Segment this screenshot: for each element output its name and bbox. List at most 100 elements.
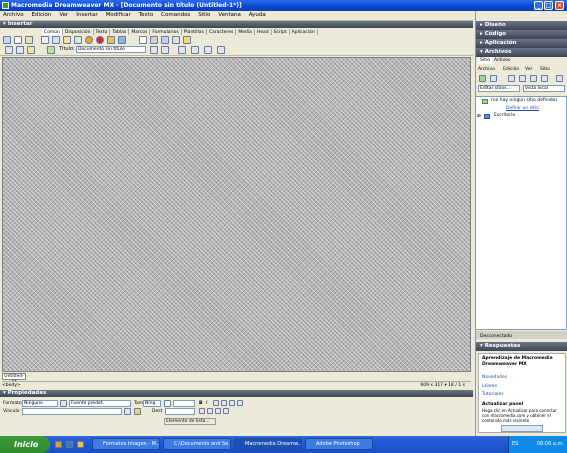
check-in-icon[interactable] <box>541 75 548 82</box>
italic-button[interactable]: I <box>206 400 207 407</box>
quicklaunch-browser-icon[interactable] <box>55 441 62 448</box>
connect-icon[interactable] <box>479 75 486 82</box>
layer-icon[interactable] <box>52 36 60 44</box>
files-menu-sitio[interactable]: Sitio <box>540 66 550 73</box>
refresh-files-icon[interactable] <box>490 75 497 82</box>
image-placeholder-icon[interactable] <box>74 36 82 44</box>
tag-selector-body[interactable]: <body> <box>2 382 21 390</box>
taskbar-btn-formatos[interactable]: Formatos Imagen - M... <box>92 438 160 450</box>
menu-ver[interactable]: Ver <box>56 11 71 20</box>
align-left-icon[interactable] <box>213 400 219 406</box>
files-menu-ver[interactable]: Ver <box>525 66 532 73</box>
link-tutoriales[interactable]: Tutoriales <box>482 392 504 397</box>
clock[interactable]: 08:08 a.m. <box>537 441 564 447</box>
site-select[interactable]: Editar sitios... <box>478 85 520 92</box>
menu-insertar[interactable]: Insertar <box>73 11 100 20</box>
point-to-file-icon[interactable] <box>124 408 131 415</box>
ordered-list-icon[interactable] <box>207 408 213 414</box>
start-button[interactable]: Inicio <box>0 436 50 453</box>
close-button[interactable]: × <box>555 1 564 10</box>
put-files-icon[interactable] <box>519 75 526 82</box>
browse-folder-icon[interactable] <box>134 408 141 415</box>
menu-ventana[interactable]: Ventana <box>215 11 244 20</box>
image-icon[interactable] <box>63 36 71 44</box>
unordered-list-icon[interactable] <box>199 408 205 414</box>
menu-comandos[interactable]: Comandos <box>158 11 193 20</box>
justify-icon[interactable] <box>237 400 243 406</box>
table-icon[interactable] <box>41 36 49 44</box>
files-menu-edicion[interactable]: Edición <box>503 66 519 73</box>
code-navigation-icon[interactable] <box>204 46 212 54</box>
files-menu-archivo[interactable]: Archivo <box>478 66 495 73</box>
minimize-button[interactable]: _ <box>534 1 543 10</box>
indent-icon[interactable] <box>223 408 229 414</box>
align-center-icon[interactable] <box>221 400 227 406</box>
menu-modificar[interactable]: Modificar <box>103 11 134 20</box>
quicklaunch-media-icon[interactable] <box>77 441 84 448</box>
email-link-icon[interactable] <box>14 36 22 44</box>
outdent-icon[interactable] <box>215 408 221 414</box>
menu-texto[interactable]: Texto <box>136 11 157 20</box>
anchor-icon[interactable] <box>25 36 33 44</box>
tree-no-site[interactable]: (no hay ningún sitio definido) <box>491 98 557 103</box>
link-novedades[interactable]: Novedades <box>482 375 507 380</box>
taskbar-btn-photoshop[interactable]: Adobe Photoshop <box>305 438 373 450</box>
font-select[interactable]: Fuente predet. <box>69 400 131 407</box>
expand-toggle[interactable]: ⊞ <box>477 114 481 119</box>
reference-icon[interactable] <box>191 46 199 54</box>
insert-panel-header[interactable]: ▾ Insertar <box>0 21 473 28</box>
menu-sitio[interactable]: Sitio <box>195 11 213 20</box>
language-indicator[interactable]: ES <box>512 436 518 453</box>
tag-chooser-icon[interactable] <box>183 36 191 44</box>
refresh-icon[interactable] <box>178 46 186 54</box>
link-input[interactable] <box>22 408 122 415</box>
date-icon[interactable] <box>150 36 158 44</box>
document-design-area[interactable] <box>2 57 471 372</box>
tree-escritorio[interactable]: Escritorio <box>494 113 515 118</box>
align-right-icon[interactable] <box>229 400 235 406</box>
list-item-button[interactable]: Elemento de lista... <box>164 418 216 425</box>
get-files-icon[interactable] <box>508 75 515 82</box>
check-out-icon[interactable] <box>530 75 537 82</box>
text-color-input[interactable] <box>173 400 195 407</box>
live-data-icon[interactable] <box>47 46 55 54</box>
design-panel-header[interactable]: ▸ Diseño <box>476 21 567 30</box>
application-panel-header[interactable]: ▸ Aplicación <box>476 39 567 48</box>
quicklaunch-desktop-icon[interactable] <box>66 441 73 448</box>
comment-icon[interactable] <box>172 36 180 44</box>
format-select[interactable]: Ninguno <box>22 400 58 407</box>
window-size-readout[interactable]: 609 x 317 ▾ 1K / 1 s <box>420 382 465 390</box>
update-button[interactable] <box>501 425 543 432</box>
css-style-icon[interactable] <box>60 400 67 407</box>
fireworks-html-icon[interactable] <box>118 36 126 44</box>
split-view-icon[interactable] <box>16 46 24 54</box>
menu-archivo[interactable]: Archivo <box>0 11 27 20</box>
file-management-icon[interactable] <box>150 46 158 54</box>
design-view-icon[interactable] <box>27 46 35 54</box>
code-view-icon[interactable] <box>5 46 13 54</box>
navigation-bar-icon[interactable] <box>107 36 115 44</box>
define-site-link[interactable]: Definir un sitio <box>506 106 539 111</box>
taskbar-btn-dreamweaver[interactable]: Macromedia Dreamw... <box>234 438 302 450</box>
expand-panel-icon[interactable] <box>556 75 563 82</box>
window-titlebar[interactable]: Macromedia Dreamweaver MX - [Documento s… <box>0 0 567 11</box>
link-leame[interactable]: Léame <box>482 384 497 389</box>
document-title-input[interactable]: Documento sin título <box>76 46 146 53</box>
properties-panel-header[interactable]: ▾ Propiedades <box>0 390 473 397</box>
hyperlink-icon[interactable] <box>3 36 11 44</box>
maximize-button[interactable]: □ <box>544 1 553 10</box>
code-panel-header[interactable]: ▸ Código <box>476 30 567 39</box>
files-panel-header[interactable]: ▾ Archivos <box>476 48 567 57</box>
size-select[interactable]: Ning <box>143 400 161 407</box>
text-color-icon[interactable] <box>164 400 171 407</box>
taskbar-btn-documents[interactable]: C:\Documents and Se... <box>163 438 231 450</box>
preview-browser-icon[interactable] <box>161 46 169 54</box>
document-tab[interactable]: Untitled-1* <box>2 373 26 385</box>
tab-activos[interactable]: Activos <box>492 57 512 64</box>
flash-icon[interactable] <box>96 36 104 44</box>
rollover-icon[interactable] <box>85 36 93 44</box>
horizontal-rule-icon[interactable] <box>139 36 147 44</box>
bold-button[interactable]: B <box>199 400 202 407</box>
menu-edicion[interactable]: Edición <box>28 11 54 20</box>
view-select[interactable]: Vista local <box>523 85 565 92</box>
